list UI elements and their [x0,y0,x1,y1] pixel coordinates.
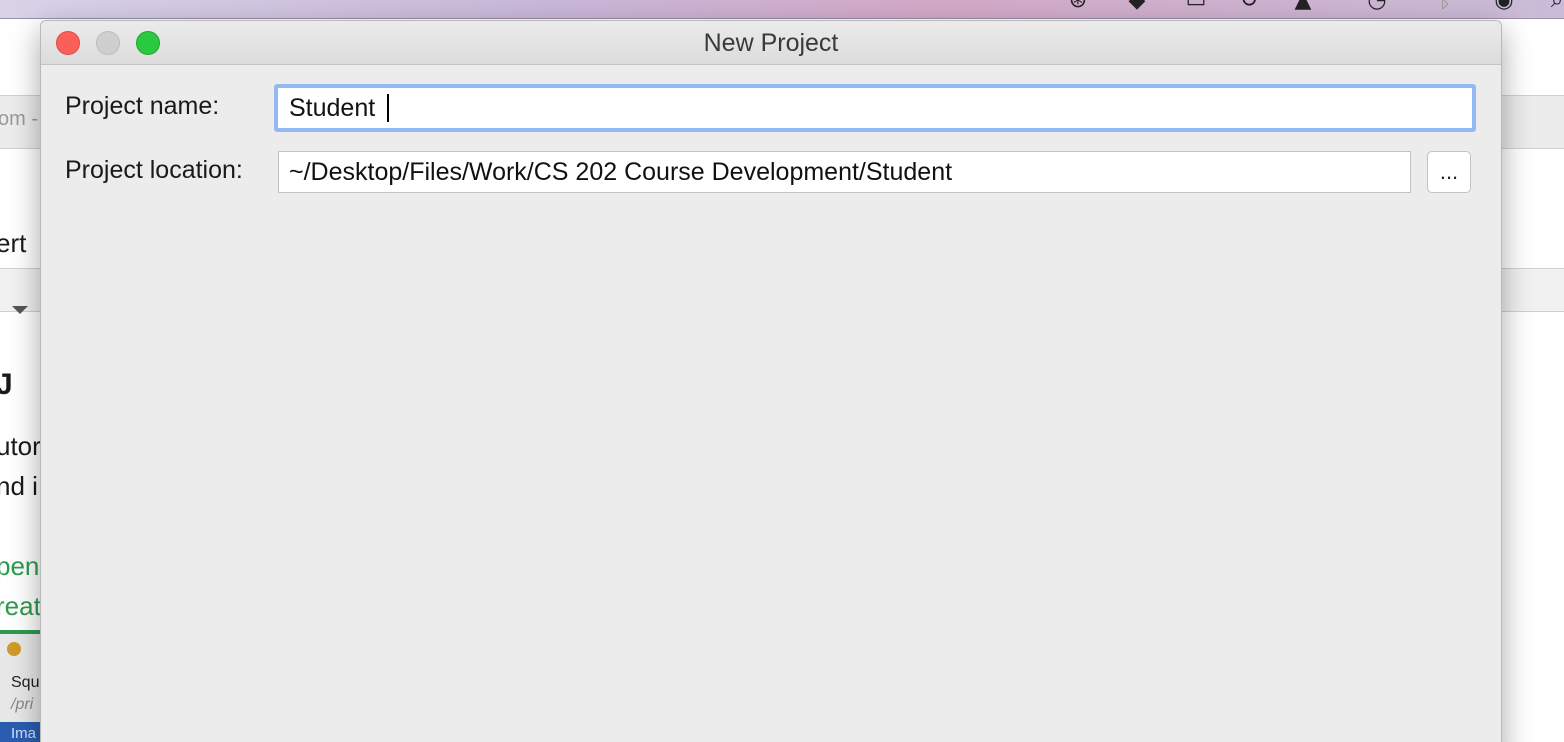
window-dot-icon [7,642,21,656]
bluetooth-icon[interactable]: ᛒ [1432,0,1458,12]
mini-window-text: Squ [11,674,40,691]
background-heading: J [0,368,13,401]
menu-bar: ⊛ ◆ ▭ ↻ ▲ ◔ ᛒ ◉ ⌕ [0,0,1564,19]
dialog-titlebar[interactable]: New Project [41,21,1501,65]
close-icon[interactable] [56,31,80,55]
time-machine-icon[interactable]: ◔ [1364,0,1390,12]
chevron-down-icon[interactable] [12,306,28,314]
text-caret [387,94,389,122]
creative-cloud-icon[interactable]: ⊛ [1065,0,1091,12]
dialog-title: New Project [703,29,839,57]
background-link[interactable]: reat [0,591,41,622]
background-tab-crumb[interactable]: om - [0,108,38,131]
background-paragraph-line: utor [0,431,41,461]
sync-icon[interactable]: ↻ [1236,0,1262,12]
eject-icon[interactable]: ▲ [1290,0,1316,12]
mini-window-selected-row[interactable]: Ima [0,722,40,742]
background-link[interactable]: pen [0,551,39,582]
background-menu-text[interactable]: ert [0,228,26,259]
dropbox-icon[interactable]: ◆ [1124,0,1150,12]
project-name-label: Project name: [65,92,220,120]
browse-location-button[interactable]: ... [1427,151,1471,193]
mini-window-path: /pri [11,696,34,713]
spotlight-icon[interactable]: ⌕ [1544,0,1564,12]
project-location-input[interactable] [278,151,1411,193]
wifi-icon[interactable]: ◉ [1491,0,1517,12]
background-paragraph-line: nd i [0,471,38,501]
maximize-icon[interactable] [136,31,160,55]
project-name-input[interactable] [274,84,1476,132]
background-mini-window: Squ /pri Ima [0,630,40,742]
minimize-icon [96,31,120,55]
display-icon[interactable]: ▭ [1183,0,1209,12]
new-project-dialog: New Project Project name: Project locati… [40,20,1502,742]
project-location-label: Project location: [65,156,243,184]
